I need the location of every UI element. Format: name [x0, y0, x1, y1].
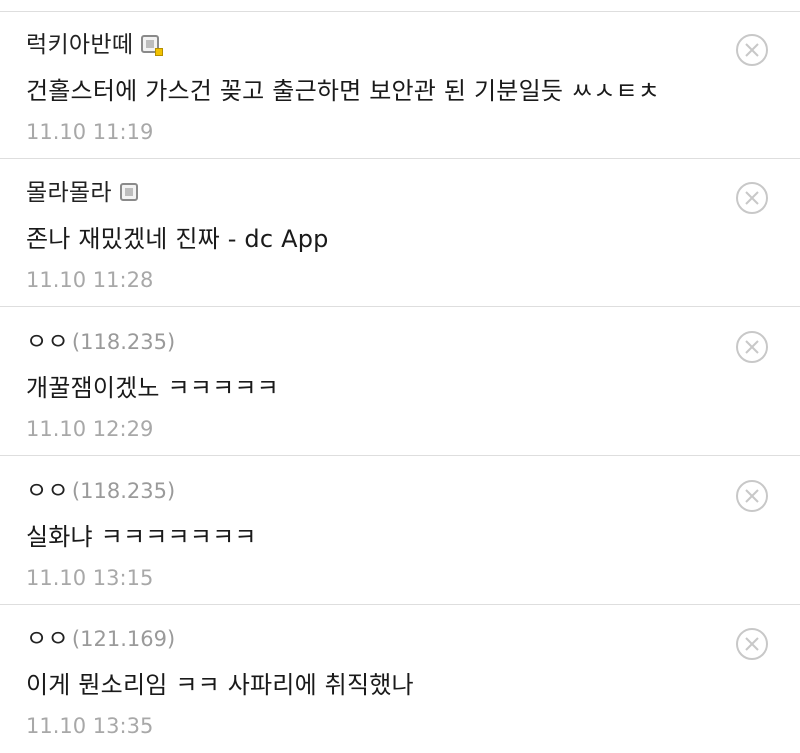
delete-comment-button[interactable]	[735, 181, 769, 215]
comment-timestamp: 11.10 11:28	[26, 268, 154, 292]
comment-timestamp: 11.10 13:15	[26, 566, 154, 590]
comment-item: 럭키아반떼 건홀스터에 가스건 꽂고 출근하면 보안관 된 기분일듯 ㅆㅅㅌㅊ …	[0, 12, 800, 159]
close-circle-icon	[736, 480, 768, 512]
comment-text: 건홀스터에 가스건 꽂고 출근하면 보안관 된 기분일듯 ㅆㅅㅌㅊ	[26, 77, 661, 105]
author-name[interactable]: 럭키아반떼	[26, 30, 133, 60]
comment-item: ㅇㅇ (118.235) 개꿀잼이겠노 ㅋㅋㅋㅋㅋ 11.10 12:29	[0, 309, 800, 456]
delete-comment-button[interactable]	[735, 33, 769, 67]
comment-timestamp: 11.10 13:35	[26, 714, 154, 738]
author-ip: (121.169)	[71, 627, 176, 651]
author-ip: (118.235)	[71, 330, 176, 354]
member-badge-icon	[119, 182, 142, 204]
comment-timestamp: 11.10 11:19	[26, 120, 154, 144]
author-ip: (118.235)	[71, 479, 176, 503]
member-badge-icon	[141, 34, 164, 56]
author-name[interactable]: 몰라몰라	[26, 178, 112, 208]
author-name[interactable]: ㅇㅇ	[26, 476, 69, 506]
delete-comment-button[interactable]	[735, 627, 769, 661]
comment-list: 럭키아반떼 건홀스터에 가스건 꽂고 출근하면 보안관 된 기분일듯 ㅆㅅㅌㅊ …	[0, 0, 800, 749]
comment-text: 실화냐 ㅋㅋㅋㅋㅋㅋㅋ	[26, 523, 257, 551]
comment-item: ㅇㅇ (121.169) 이게 뭔소리임 ㅋㅋ 사파리에 취직했나 11.10 …	[0, 606, 800, 753]
comment-author: 럭키아반떼	[26, 30, 164, 60]
delete-comment-button[interactable]	[735, 479, 769, 513]
comment-text: 존나 재밌겠네 진짜 - dc App	[26, 225, 329, 253]
close-circle-icon	[736, 182, 768, 214]
comment-text: 이게 뭔소리임 ㅋㅋ 사파리에 취직했나	[26, 671, 414, 699]
comment-author: ㅇㅇ (121.169)	[26, 624, 175, 654]
comment-author: ㅇㅇ (118.235)	[26, 476, 175, 506]
comment-item: 몰라몰라 존나 재밌겠네 진짜 - dc App 11.10 11:28	[0, 160, 800, 307]
author-name[interactable]: ㅇㅇ	[26, 327, 69, 357]
close-circle-icon	[736, 331, 768, 363]
comment-author: ㅇㅇ (118.235)	[26, 327, 175, 357]
author-name[interactable]: ㅇㅇ	[26, 624, 69, 654]
comment-item: ㅇㅇ (118.235) 실화냐 ㅋㅋㅋㅋㅋㅋㅋ 11.10 13:15	[0, 458, 800, 605]
close-circle-icon	[736, 34, 768, 66]
delete-comment-button[interactable]	[735, 330, 769, 364]
comment-timestamp: 11.10 12:29	[26, 417, 154, 441]
comment-text: 개꿀잼이겠노 ㅋㅋㅋㅋㅋ	[26, 374, 279, 402]
comment-author: 몰라몰라	[26, 178, 142, 208]
close-circle-icon	[736, 628, 768, 660]
